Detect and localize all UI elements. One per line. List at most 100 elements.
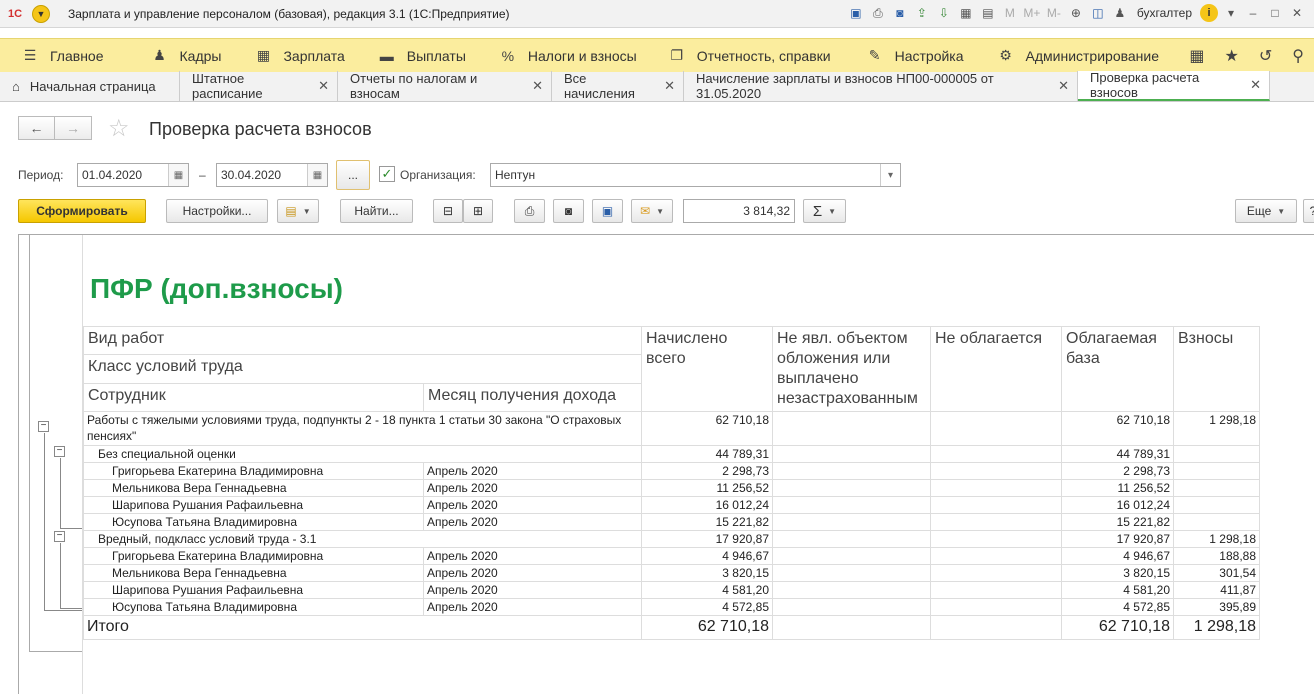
search-icon[interactable]: ⚲	[1292, 46, 1304, 66]
cell-contrib: 411,87	[1173, 581, 1260, 599]
close-icon[interactable]: ✕	[318, 78, 329, 94]
date-to-field[interactable]: 30.04.2020 ▦	[216, 163, 328, 187]
close-icon[interactable]: ✕	[532, 78, 543, 94]
grid-icon[interactable]: ▦	[1189, 46, 1204, 66]
forward-button[interactable]: →	[55, 116, 92, 140]
cell-contrib	[1173, 496, 1260, 514]
maximize-icon[interactable]: □	[1266, 4, 1284, 22]
cell-month: Апрель 2020	[423, 496, 642, 514]
tab-all-accruals[interactable]: Все начисления ✕	[552, 71, 684, 101]
cell-not-taxed	[930, 530, 1062, 548]
table-icon[interactable]: ▦	[957, 4, 975, 22]
subgroup-row[interactable]: Без специальной оценки 44 789,31 44 789,…	[83, 445, 1260, 463]
period-select-button[interactable]: ...	[336, 160, 370, 190]
print-icon[interactable]: ⎙	[514, 199, 545, 223]
variant-button[interactable]: ▤ ▼	[277, 199, 319, 223]
main-menu-button[interactable]: ▼	[32, 4, 50, 23]
preview-icon[interactable]: ◙	[553, 199, 584, 223]
menu-item-main[interactable]: ☰ Главное	[20, 39, 104, 73]
collapse-group-icon[interactable]: −	[38, 421, 49, 432]
window-icon[interactable]: ◫	[1089, 4, 1107, 22]
menu-item-hr[interactable]: ♟ Кадры	[150, 39, 221, 73]
table-row[interactable]: Шарипова Рушания Рафаильевна Апрель 2020…	[83, 581, 1260, 599]
report-document[interactable]: ПФР (доп.взносы) − − − Вид работ Начисле…	[18, 234, 1314, 694]
info-icon[interactable]: i	[1200, 4, 1218, 22]
calendar-icon[interactable]: ▤	[979, 4, 997, 22]
table-row[interactable]: Юсупова Татьяна Владимировна Апрель 2020…	[83, 513, 1260, 531]
menu-item-reports[interactable]: ❐ Отчетность, справки	[667, 39, 830, 73]
tab-home[interactable]: ⌂ Начальная страница	[0, 71, 180, 101]
chevron-down-icon[interactable]: ▾	[880, 164, 900, 186]
cell-month: Апрель 2020	[423, 462, 642, 480]
calendar-icon[interactable]: ▦	[307, 164, 327, 186]
header-employee: Сотрудник	[83, 382, 424, 413]
minimize-icon[interactable]: –	[1244, 4, 1262, 22]
email-button[interactable]: ✉ ▼	[631, 199, 673, 223]
settings-button[interactable]: Настройки...	[166, 199, 268, 223]
expand-groups-icon[interactable]: ⊞	[463, 199, 493, 223]
memory-minus-button[interactable]: M-	[1045, 4, 1063, 22]
tab-payroll-doc[interactable]: Начисление зарплаты и взносов НП00-00000…	[684, 71, 1078, 101]
tab-staffing[interactable]: Штатное расписание ✕	[180, 71, 338, 101]
table-row[interactable]: Григорьева Екатерина Владимировна Апрель…	[83, 547, 1260, 565]
table-row[interactable]: Мельникова Вера Геннадьевна Апрель 2020 …	[83, 564, 1260, 582]
table-row[interactable]: Шарипова Рушания Рафаильевна Апрель 2020…	[83, 496, 1260, 514]
print-icon[interactable]: ⎙	[869, 4, 887, 22]
cell-not-taxed	[930, 496, 1062, 514]
subgroup-row[interactable]: Вредный, подкласс условий труда - 3.1 17…	[83, 530, 1260, 548]
header-row: Вид работ Начислено всего Не явл. объект…	[83, 325, 1260, 412]
close-icon[interactable]: ✕	[1288, 4, 1306, 22]
history-icon[interactable]: ↺	[1259, 46, 1272, 66]
close-icon[interactable]: ✕	[1058, 78, 1069, 94]
wrench-icon: ✎	[868, 47, 881, 63]
download-icon[interactable]: ⇩	[935, 4, 953, 22]
more-button[interactable]: Еще ▼	[1235, 199, 1297, 223]
save-icon[interactable]: ▣	[847, 4, 865, 22]
close-icon[interactable]: ✕	[1250, 77, 1261, 93]
table-row[interactable]: Григорьева Екатерина Владимировна Апрель…	[83, 462, 1260, 480]
user-name[interactable]: бухгалтер	[1137, 6, 1192, 20]
organization-select[interactable]: Нептун ▾	[490, 163, 901, 187]
organization-label: Организация:	[400, 168, 476, 182]
close-icon[interactable]: ✕	[664, 78, 675, 94]
collapse-subgroup-icon[interactable]: −	[54, 446, 65, 457]
calculator-icon: ▦	[256, 47, 271, 63]
table-row[interactable]: Мельникова Вера Геннадьевна Апрель 2020 …	[83, 479, 1260, 497]
collapse-groups-icon[interactable]: ⊟	[433, 199, 463, 223]
cell-accrued: 17 920,87	[641, 530, 773, 548]
date-from-field[interactable]: 01.04.2020 ▦	[77, 163, 189, 187]
cell-base: 2 298,73	[1061, 462, 1174, 480]
table-row[interactable]: Юсупова Татьяна Владимировна Апрель 2020…	[83, 598, 1260, 616]
header-work-type: Вид работ	[83, 325, 642, 356]
upload-icon[interactable]: ⇪	[913, 4, 931, 22]
menu-item-taxes[interactable]: % Налоги и взносы	[498, 39, 637, 73]
menu-item-salary[interactable]: ▦ Зарплата	[253, 39, 345, 73]
help-button[interactable]: ?	[1303, 199, 1314, 223]
generate-button[interactable]: Сформировать	[18, 199, 146, 223]
menu-item-payments[interactable]: ▬ Выплаты	[377, 39, 466, 73]
memory-plus-button[interactable]: M+	[1023, 4, 1041, 22]
back-button[interactable]: ←	[18, 116, 55, 140]
find-button[interactable]: Найти...	[340, 199, 413, 223]
total-row[interactable]: Итого 62 710,18 62 710,18 1 298,18	[83, 615, 1260, 640]
zoom-icon[interactable]: ⊕	[1067, 4, 1085, 22]
preview-icon[interactable]: ◙	[891, 4, 909, 22]
group-row[interactable]: Работы с тяжелыми условиями труда, подпу…	[83, 411, 1260, 446]
chevron-down-icon[interactable]: ▾	[1222, 4, 1240, 22]
cell-employee: Шарипова Рушания Рафаильевна	[83, 496, 424, 514]
calendar-icon[interactable]: ▦	[168, 164, 188, 186]
sum-mode-button[interactable]: Σ ▼	[803, 199, 846, 223]
memory-m-button[interactable]: M	[1001, 4, 1019, 22]
cell-employee: Мельникова Вера Геннадьевна	[83, 564, 424, 582]
sigma-icon: Σ	[812, 202, 823, 220]
star-icon[interactable]: ★	[1225, 46, 1239, 66]
menu-item-settings[interactable]: ✎ Настройка	[865, 39, 964, 73]
organization-checkbox[interactable]: ✓	[379, 166, 395, 182]
collapse-subgroup-icon[interactable]: −	[54, 531, 65, 542]
menu-item-admin[interactable]: ⚙ Администрирование	[996, 39, 1159, 73]
tab-contrib-check[interactable]: Проверка расчета взносов ✕	[1078, 70, 1270, 101]
cell-employee: Юсупова Татьяна Владимировна	[83, 513, 424, 531]
favorite-star-icon[interactable]: ☆	[108, 114, 130, 143]
tab-tax-reports[interactable]: Отчеты по налогам и взносам ✕	[338, 71, 552, 101]
save-icon[interactable]: ▣	[592, 199, 623, 223]
